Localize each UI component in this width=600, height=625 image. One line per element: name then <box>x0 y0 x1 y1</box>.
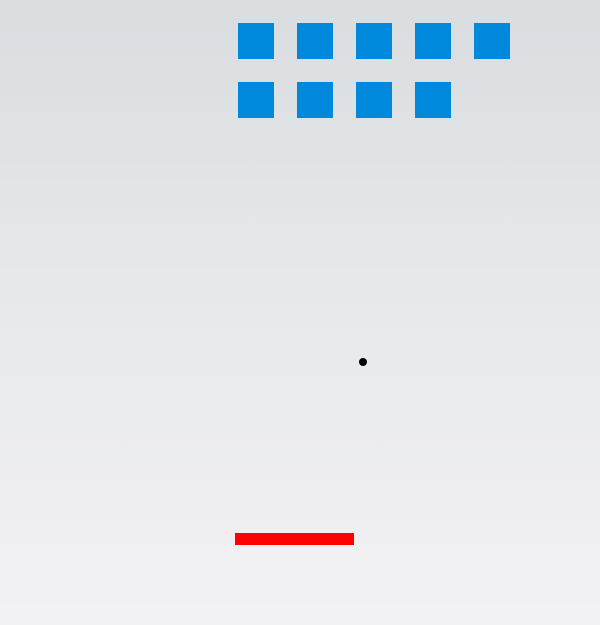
brick <box>415 82 451 118</box>
brick <box>297 82 333 118</box>
brick <box>238 23 274 59</box>
game-canvas[interactable] <box>0 0 600 625</box>
brick <box>356 82 392 118</box>
brick <box>238 82 274 118</box>
ball <box>359 358 367 366</box>
brick <box>356 23 392 59</box>
brick <box>474 23 510 59</box>
brick <box>297 23 333 59</box>
paddle[interactable] <box>235 533 354 545</box>
brick <box>415 23 451 59</box>
